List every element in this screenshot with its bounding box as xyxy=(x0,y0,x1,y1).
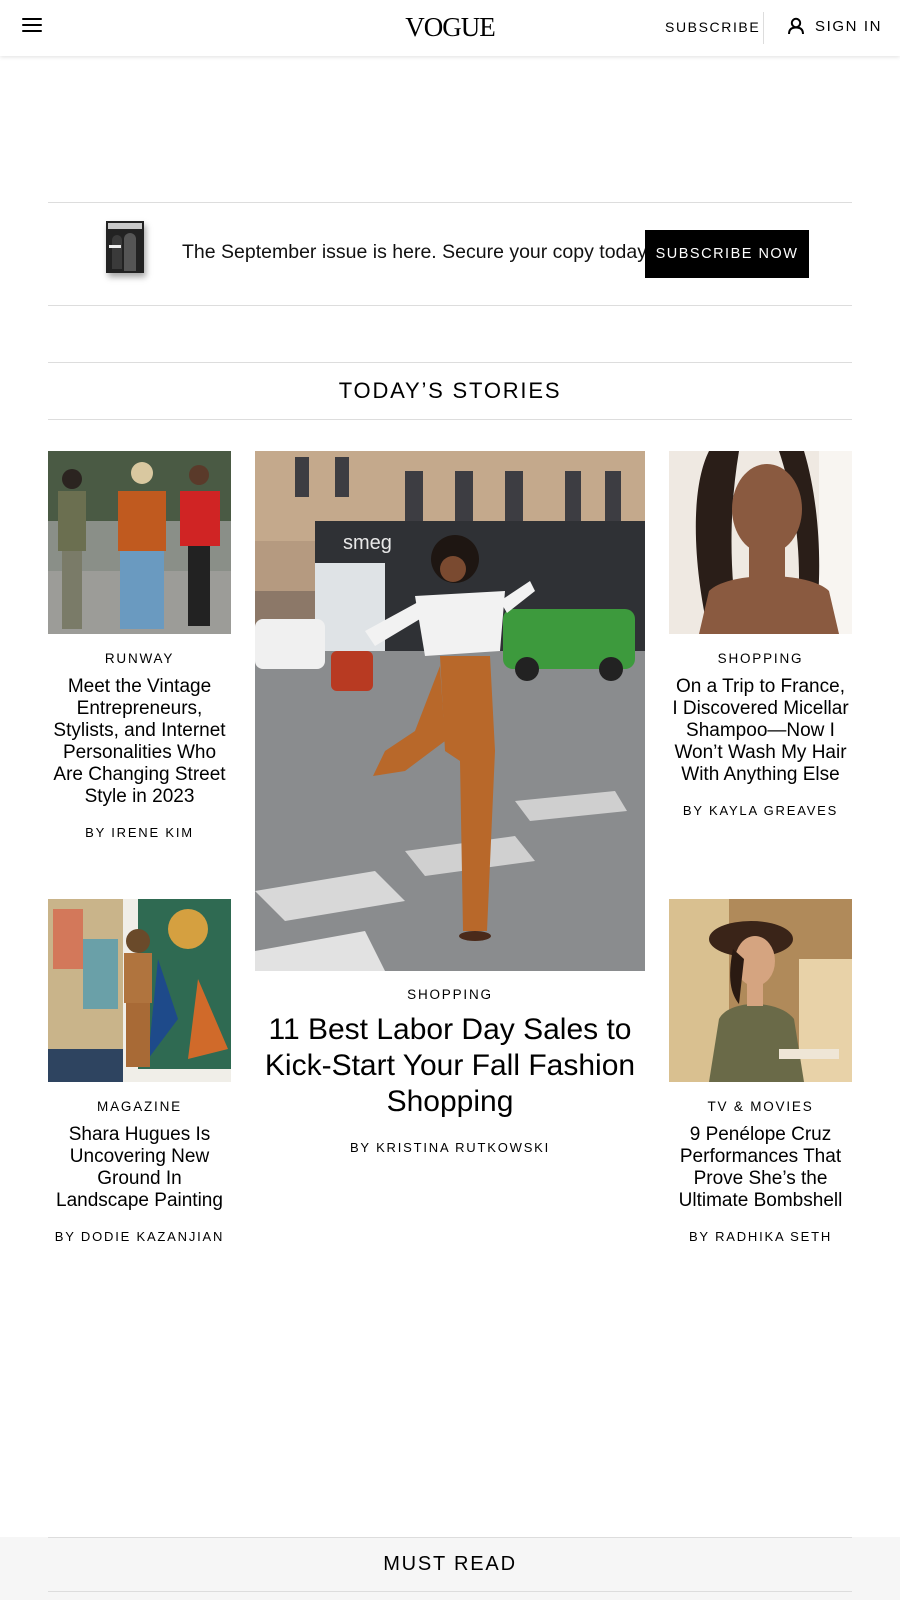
story-image[interactable] xyxy=(48,899,231,1082)
vogue-logo: VOGUE xyxy=(0,12,900,43)
story-category[interactable]: MAGAZINE xyxy=(48,1099,231,1114)
story-byline[interactable]: BY IRENE KIM xyxy=(48,825,231,840)
story-card: RUNWAY Meet the Vintage Entrepreneurs, S… xyxy=(48,451,231,840)
featured-story-card: smeg SHOPPING 11 Best Labor Day Sales to… xyxy=(255,451,645,1155)
featured-story-image[interactable]: smeg xyxy=(255,451,645,971)
subscription-promo: The September issue is here. Secure your… xyxy=(48,202,852,306)
story-image[interactable] xyxy=(669,451,852,634)
story-card: SHOPPING On a Trip to France, I Discover… xyxy=(669,451,852,818)
story-headline[interactable]: Shara Hugues Is Uncovering New Ground In… xyxy=(48,1124,231,1212)
magazine-cover-image xyxy=(106,221,144,273)
story-byline[interactable]: BY KAYLA GREAVES xyxy=(669,803,852,818)
header-divider xyxy=(763,12,764,44)
sign-in-button[interactable]: SIGN IN xyxy=(787,17,882,35)
story-byline[interactable]: BY RADHIKA SETH xyxy=(669,1229,852,1244)
promo-text: The September issue is here. Secure your… xyxy=(182,241,651,263)
must-read-heading: MUST READ xyxy=(48,1537,852,1592)
story-byline[interactable]: BY DODIE KAZANJIAN xyxy=(48,1229,231,1244)
story-headline[interactable]: On a Trip to France, I Discovered Micell… xyxy=(669,676,852,786)
story-image[interactable] xyxy=(48,451,231,634)
story-card: MAGAZINE Shara Hugues Is Uncovering New … xyxy=(48,899,231,1244)
story-category[interactable]: RUNWAY xyxy=(48,651,231,666)
story-image[interactable] xyxy=(669,899,852,1082)
must-read-section: MUST READ xyxy=(0,1537,900,1600)
story-category[interactable]: SHOPPING xyxy=(255,987,645,1002)
subscribe-now-button[interactable]: SUBSCRIBE NOW xyxy=(645,230,809,278)
subscribe-link[interactable]: SUBSCRIBE xyxy=(665,19,760,35)
logo-text[interactable]: VOGUE xyxy=(405,12,495,42)
user-icon xyxy=(788,17,804,35)
todays-stories-heading: TODAY’S STORIES xyxy=(48,362,852,420)
hamburger-menu-icon[interactable] xyxy=(22,18,42,36)
story-headline[interactable]: 11 Best Labor Day Sales to Kick-Start Yo… xyxy=(255,1012,645,1120)
story-headline[interactable]: Meet the Vintage Entrepreneurs, Stylists… xyxy=(48,676,231,808)
site-header: VOGUE SUBSCRIBE SIGN IN xyxy=(0,0,900,56)
sign-in-label: SIGN IN xyxy=(815,17,883,35)
story-byline[interactable]: BY KRISTINA RUTKOWSKI xyxy=(255,1140,645,1155)
story-category[interactable]: TV & MOVIES xyxy=(669,1099,852,1114)
story-card: TV & MOVIES 9 Penélope Cruz Performances… xyxy=(669,899,852,1244)
story-headline[interactable]: 9 Penélope Cruz Performances That Prove … xyxy=(669,1124,852,1212)
story-category[interactable]: SHOPPING xyxy=(669,651,852,666)
storefront-sign: smeg xyxy=(343,532,392,554)
